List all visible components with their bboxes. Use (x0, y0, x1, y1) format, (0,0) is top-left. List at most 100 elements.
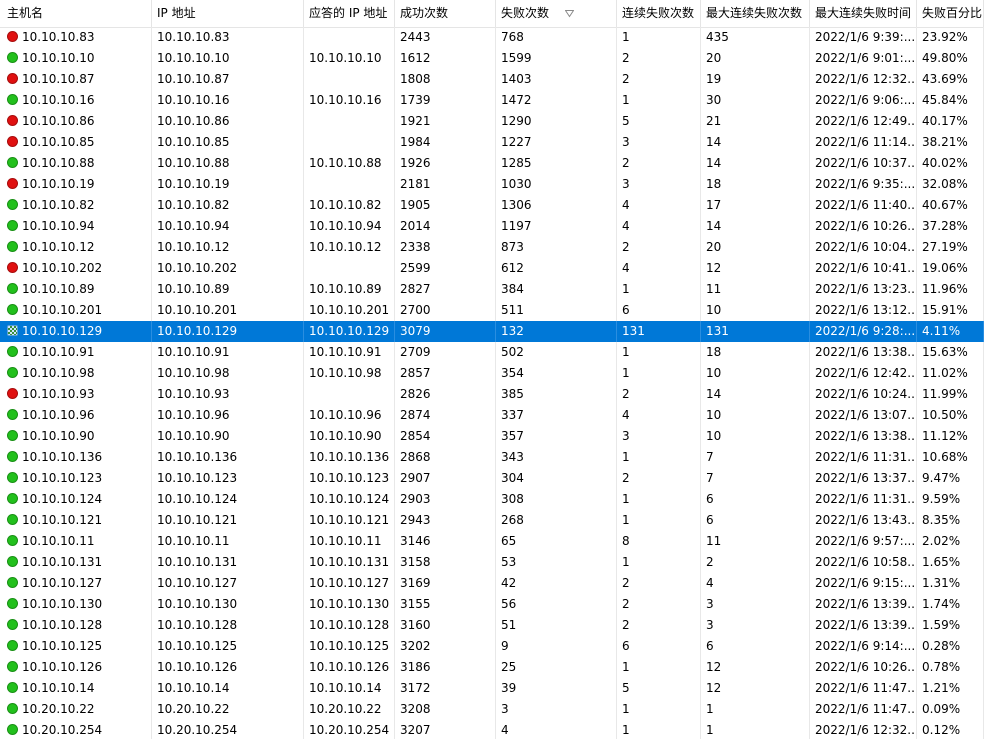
cell-max-consecutive-fail: 14 (701, 216, 810, 237)
table-row[interactable]: 10.10.10.125 10.10.10.125 10.10.10.125 3202… (0, 636, 984, 657)
table-row[interactable]: 10.10.10.12 10.10.10.12 10.10.10.12 2338 873… (0, 237, 984, 258)
table-row[interactable]: 10.10.10.87 10.10.10.87 1808 1403 2 19 2022/1/… (0, 69, 984, 90)
cell-fail-percent: 4.11% (917, 321, 984, 342)
table-row[interactable]: 10.10.10.93 10.10.10.93 2826 385 2 14 2022/1/6… (0, 384, 984, 405)
table-row[interactable]: 10.10.10.11 10.10.10.11 10.10.10.11 3146 65 8… (0, 531, 984, 552)
table-row[interactable]: 10.10.10.130 10.10.10.130 10.10.10.130 3155… (0, 594, 984, 615)
cell-max-consecutive-fail: 12 (701, 678, 810, 699)
cell-ip: 10.10.10.19 (152, 174, 304, 195)
cell-success: 3208 (395, 699, 496, 720)
table-row[interactable]: 10.10.10.121 10.10.10.121 10.10.10.121 2943… (0, 510, 984, 531)
cell-consecutive-fail: 1 (617, 720, 701, 739)
column-header-row: 主机名 IP 地址 应答的 IP 地址 成功次数 失败次数 连续失败次数 最大连… (0, 0, 984, 28)
table-row[interactable]: 10.10.10.85 10.10.10.85 1984 1227 3 14 2022/1/… (0, 132, 984, 153)
cell-consecutive-fail: 1 (617, 279, 701, 300)
table-row[interactable]: 10.10.10.89 10.10.10.89 10.10.10.89 2827 384… (0, 279, 984, 300)
table-row[interactable]: 10.10.10.201 10.10.10.201 10.10.10.201 2700… (0, 300, 984, 321)
host-name-text: 10.10.10.10 (22, 51, 95, 65)
status-online-icon (7, 661, 18, 672)
column-header-host[interactable]: 主机名 (0, 0, 152, 27)
host-name-text: 10.10.10.16 (22, 93, 95, 107)
cell-max-consecutive-fail: 17 (701, 195, 810, 216)
table-row[interactable]: 10.10.10.91 10.10.10.91 10.10.10.91 2709 502… (0, 342, 984, 363)
table-row[interactable]: 10.10.10.83 10.10.10.83 2443 768 1 435 2022/1/… (0, 27, 984, 48)
cell-host: 10.10.10.85 (0, 132, 152, 153)
table-row[interactable]: 10.10.10.136 10.10.10.136 10.10.10.136 2868… (0, 447, 984, 468)
cell-max-consecutive-fail: 14 (701, 384, 810, 405)
cell-fail-percent: 49.80% (917, 48, 984, 69)
cell-fail: 1306 (496, 195, 617, 216)
host-name-text: 10.10.10.14 (22, 681, 95, 695)
cell-host: 10.10.10.14 (0, 678, 152, 699)
table-row[interactable]: 10.10.10.96 10.10.10.96 10.10.10.96 2874 337… (0, 405, 984, 426)
cell-host: 10.10.10.96 (0, 405, 152, 426)
table-row[interactable]: 10.10.10.124 10.10.10.124 10.10.10.124 2903… (0, 489, 984, 510)
table-row[interactable]: 10.10.10.16 10.10.10.16 10.10.10.16 1739 147… (0, 90, 984, 111)
column-header-reply-ip[interactable]: 应答的 IP 地址 (304, 0, 395, 27)
table-row[interactable]: 10.10.10.19 10.10.10.19 2181 1030 3 18 2022/1/… (0, 174, 984, 195)
column-header-success[interactable]: 成功次数 (395, 0, 496, 27)
cell-consecutive-fail: 5 (617, 678, 701, 699)
cell-fail-percent: 1.59% (917, 615, 984, 636)
status-online-icon (7, 157, 18, 168)
table-row[interactable]: 10.10.10.88 10.10.10.88 10.10.10.88 1926 128… (0, 153, 984, 174)
cell-max-consecutive-fail: 14 (701, 132, 810, 153)
cell-consecutive-fail: 4 (617, 216, 701, 237)
cell-fail-percent: 40.67% (917, 195, 984, 216)
column-header-ip[interactable]: IP 地址 (152, 0, 304, 27)
host-name-text: 10.10.10.125 (22, 639, 103, 653)
cell-ip: 10.10.10.88 (152, 153, 304, 174)
cell-max-consecutive-fail-time: 2022/1/6 13:37... (810, 468, 917, 489)
table-row[interactable]: 10.10.10.98 10.10.10.98 10.10.10.98 2857 354… (0, 363, 984, 384)
table-row[interactable]: 10.10.10.123 10.10.10.123 10.10.10.123 2907… (0, 468, 984, 489)
cell-fail-percent: 1.74% (917, 594, 984, 615)
cell-max-consecutive-fail: 1 (701, 699, 810, 720)
cell-ip: 10.10.10.14 (152, 678, 304, 699)
host-name-text: 10.10.10.96 (22, 408, 95, 422)
status-online-icon (7, 430, 18, 441)
table-row[interactable]: 10.10.10.129 10.10.10.129 10.10.10.129 3079… (0, 321, 984, 342)
table-row[interactable]: 10.10.10.90 10.10.10.90 10.10.10.90 2854 357… (0, 426, 984, 447)
table-row[interactable]: 10.10.10.131 10.10.10.131 10.10.10.131 3158… (0, 552, 984, 573)
cell-max-consecutive-fail-time: 2022/1/6 10:37... (810, 153, 917, 174)
table-row[interactable]: 10.10.10.127 10.10.10.127 10.10.10.127 3169… (0, 573, 984, 594)
table-row[interactable]: 10.10.10.128 10.10.10.128 10.10.10.128 3160… (0, 615, 984, 636)
table-row[interactable]: 10.10.10.86 10.10.10.86 1921 1290 5 21 2022/1/… (0, 111, 984, 132)
column-header-fail[interactable]: 失败次数 (496, 0, 617, 27)
table-row[interactable]: 10.10.10.10 10.10.10.10 10.10.10.10 1612 159… (0, 48, 984, 69)
column-header-max-consecutive-fail[interactable]: 最大连续失败次数 (701, 0, 810, 27)
cell-fail: 42 (496, 573, 617, 594)
column-header-fail-percent[interactable]: 失败百分比 (917, 0, 984, 27)
table-row[interactable]: 10.10.10.126 10.10.10.126 10.10.10.126 3186… (0, 657, 984, 678)
column-header-max-consecutive-fail-time[interactable]: 最大连续失败时间 (810, 0, 917, 27)
cell-host: 10.10.10.87 (0, 69, 152, 90)
cell-fail: 612 (496, 258, 617, 279)
table-row[interactable]: 10.10.10.82 10.10.10.82 10.10.10.82 1905 130… (0, 195, 984, 216)
cell-reply-ip: 10.10.10.82 (304, 195, 395, 216)
table-row[interactable]: 10.20.10.254 10.20.10.254 10.20.10.254 3207… (0, 720, 984, 739)
cell-fail: 1472 (496, 90, 617, 111)
cell-max-consecutive-fail-time: 2022/1/6 9:15:... (810, 573, 917, 594)
cell-reply-ip: 10.10.10.121 (304, 510, 395, 531)
table-row[interactable]: 10.20.10.22 10.20.10.22 10.20.10.22 3208 3 1 1… (0, 699, 984, 720)
cell-fail-percent: 1.65% (917, 552, 984, 573)
cell-ip: 10.10.10.121 (152, 510, 304, 531)
status-online-icon (7, 472, 18, 483)
cell-ip: 10.10.10.130 (152, 594, 304, 615)
cell-ip: 10.10.10.131 (152, 552, 304, 573)
cell-fail: 385 (496, 384, 617, 405)
cell-consecutive-fail: 2 (617, 594, 701, 615)
host-name-text: 10.10.10.202 (22, 261, 103, 275)
cell-host: 10.10.10.10 (0, 48, 152, 69)
host-name-text: 10.10.10.131 (22, 555, 103, 569)
status-online-icon (7, 409, 18, 420)
status-online-icon (7, 724, 18, 735)
table-row[interactable]: 10.10.10.94 10.10.10.94 10.10.10.94 2014 119… (0, 216, 984, 237)
host-name-text: 10.20.10.254 (22, 723, 103, 737)
table-row[interactable]: 10.10.10.14 10.10.10.14 10.10.10.14 3172 39 5… (0, 678, 984, 699)
table-row[interactable]: 10.10.10.202 10.10.10.202 2599 612 4 12 2022/1… (0, 258, 984, 279)
column-header-consecutive-fail[interactable]: 连续失败次数 (617, 0, 701, 27)
cell-host: 10.10.10.124 (0, 489, 152, 510)
status-offline-icon (7, 73, 18, 84)
host-name-text: 10.10.10.98 (22, 366, 95, 380)
